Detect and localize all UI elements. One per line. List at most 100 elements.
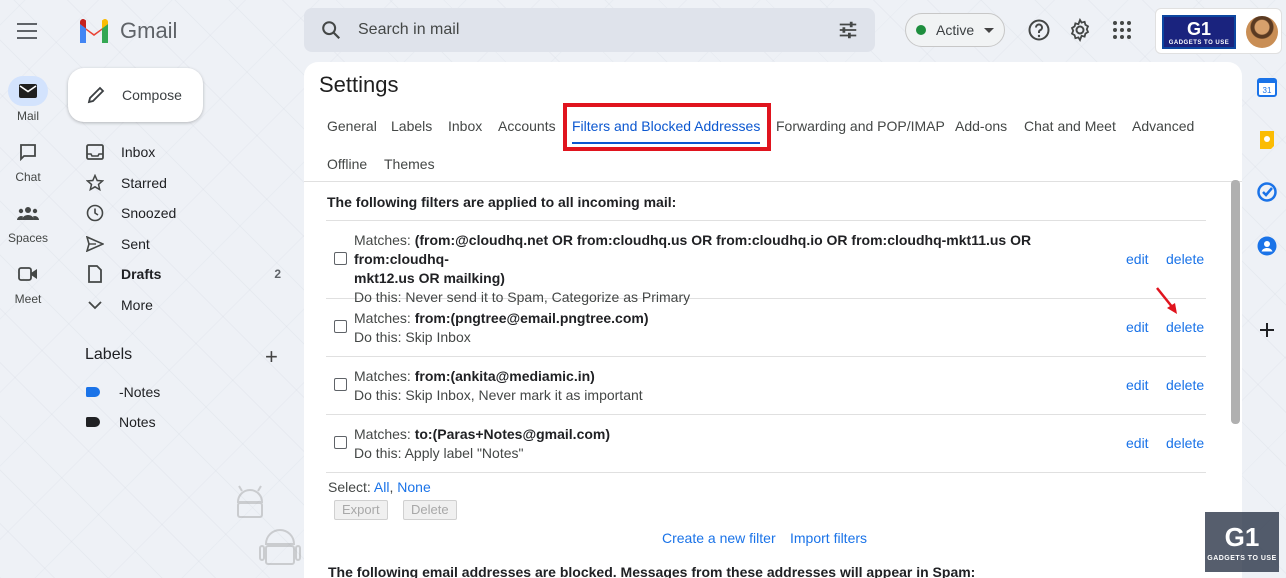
apps-grid-icon[interactable] [1110,18,1134,42]
tab-general[interactable]: General [327,118,377,134]
search-input[interactable] [358,20,778,40]
rail-label: Spaces [7,231,49,245]
brand-logo: G1 GADGETS TO USE [1162,15,1236,49]
filters-heading: The following filters are applied to all… [327,194,677,210]
side-panel: 31 [1244,62,1286,578]
matches-prefix: Matches: [354,426,415,442]
gear-icon[interactable] [1068,18,1092,42]
label-item[interactable]: Notes [60,407,292,437]
top-header: Gmail Active [0,0,1286,62]
compose-label: Compose [122,87,182,103]
star-icon [86,174,104,192]
filter-description: Matches: from:(ankita@mediamic.in) Do th… [354,367,643,405]
keep-icon[interactable] [1257,130,1277,150]
select-none-link[interactable]: None [397,479,430,495]
import-filters-link[interactable]: Import filters [790,530,867,546]
drafts-count: 2 [274,267,281,281]
nav-item-starred[interactable]: Starred [60,168,292,198]
tab-inbox[interactable]: Inbox [448,118,482,134]
search-options-icon[interactable] [837,19,859,41]
nav-item-drafts[interactable]: Drafts 2 [60,259,292,289]
matches-criteria-cont: mkt12.us OR mailking) [354,270,505,286]
nav-label: Inbox [121,144,156,160]
gmail-logo[interactable]: Gmail [78,16,177,46]
filter-description: Matches: (from:@cloudhq.net OR from:clou… [354,231,1114,307]
nav-label: More [121,297,153,313]
create-filter-link[interactable]: Create a new filter [662,530,776,546]
tasks-icon[interactable] [1257,182,1277,202]
search-icon[interactable] [320,19,342,41]
scrollbar[interactable] [1231,180,1240,424]
delete-link[interactable]: delete [1166,377,1204,393]
select-prefix: Select: [328,479,374,495]
nav-item-more[interactable]: More [60,290,292,320]
delete-link[interactable]: delete [1166,251,1204,267]
select-all-link[interactable]: All [374,479,390,495]
matches-prefix: Matches: [354,310,415,326]
tab-offline[interactable]: Offline [327,156,367,172]
help-icon[interactable] [1027,18,1051,42]
filter-row: Matches: to:(Paras+Notes@gmail.com) Do t… [326,415,1206,473]
tab-add-ons[interactable]: Add-ons [955,118,1007,134]
android-decoration-icon [259,529,301,565]
account-brand-box[interactable]: G1 GADGETS TO USE [1155,8,1282,54]
status-dropdown[interactable]: Active [905,13,1005,47]
tab-forwarding-pop-imap[interactable]: Forwarding and POP/IMAP [776,118,945,134]
matches-criteria: to:(Paras+Notes@gmail.com) [414,426,611,442]
tab-chat-meet[interactable]: Chat and Meet [1024,118,1116,134]
nav-item-sent[interactable]: Sent [60,229,292,259]
app-name: Gmail [120,18,178,43]
filter-checkbox[interactable] [334,252,347,265]
label-item[interactable]: -Notes [60,377,292,407]
clock-icon [86,204,104,222]
rail-label: Meet [14,292,42,306]
filter-row: Matches: from:(pngtree@email.pngtree.com… [326,299,1206,357]
edit-link[interactable]: edit [1126,377,1149,393]
edit-link[interactable]: edit [1126,319,1149,335]
filter-checkbox[interactable] [334,320,347,333]
rail-item-meet[interactable]: Meet [0,259,56,306]
matches-prefix: Matches: [354,232,415,248]
plus-icon[interactable] [1257,320,1277,340]
tab-accounts[interactable]: Accounts [498,118,556,134]
delete-link[interactable]: delete [1166,435,1204,451]
compose-button[interactable]: Compose [68,68,203,122]
tab-themes[interactable]: Themes [384,156,435,172]
edit-link[interactable]: edit [1126,251,1149,267]
rail-item-mail[interactable]: Mail [0,76,56,123]
meet-icon [18,267,37,281]
filter-checkbox[interactable] [334,436,347,449]
svg-text:31: 31 [1263,86,1272,95]
brand-logo-text: G1 [1186,18,1211,39]
status-dot [916,25,926,35]
rail-item-chat[interactable]: Chat [0,137,56,184]
red-arrow-icon [1156,287,1177,314]
brand-logo-sub: GADGETS TO USE [1168,39,1230,46]
chevron-down-icon [88,301,102,310]
tabs-divider [304,181,1242,182]
contacts-icon[interactable] [1257,236,1277,256]
nav-item-inbox[interactable]: Inbox [60,137,292,167]
app-rail: Mail Chat Spaces Meet [0,62,60,578]
tab-labels[interactable]: Labels [391,118,432,134]
tab-advanced[interactable]: Advanced [1132,118,1194,134]
main-menu-icon[interactable] [15,20,39,40]
filter-action: Do this: Apply label "Notes" [354,445,524,461]
export-button[interactable]: Export [334,500,388,520]
search-bar [304,8,875,52]
calendar-icon[interactable]: 31 [1257,77,1277,97]
watermark-logo: G1 GADGETS TO USE [1205,512,1279,572]
matches-criteria: from:(pngtree@email.pngtree.com) [414,310,649,326]
delete-button[interactable]: Delete [403,500,457,520]
nav-label: Sent [121,236,150,252]
add-label-icon[interactable]: + [265,344,278,370]
matches-prefix: Matches: [354,368,415,384]
delete-link[interactable]: delete [1166,319,1204,335]
left-nav: Compose Inbox Starred Snoozed Sent Draft… [60,62,304,578]
rail-item-spaces[interactable]: Spaces [0,198,56,245]
filter-checkbox[interactable] [334,378,347,391]
nav-label: Starred [121,175,167,191]
avatar[interactable] [1246,16,1278,48]
nav-item-snoozed[interactable]: Snoozed [60,198,292,228]
edit-link[interactable]: edit [1126,435,1149,451]
